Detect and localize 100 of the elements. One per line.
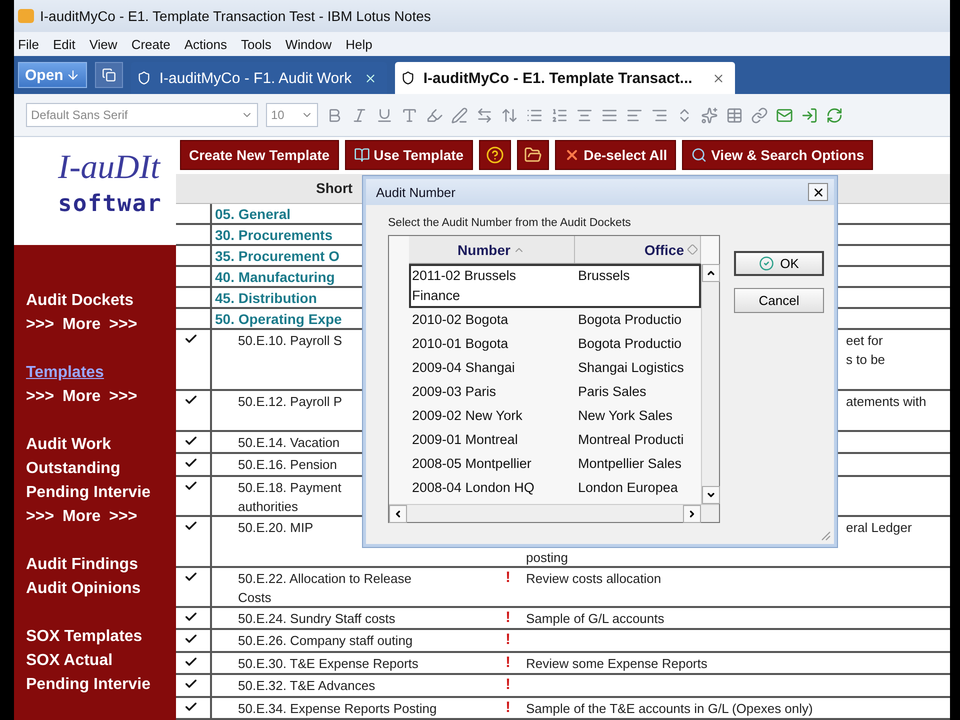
action-button[interactable]: Create New Template bbox=[180, 140, 339, 170]
menu-item[interactable]: View bbox=[89, 36, 118, 52]
font-select[interactable]: Default Sans Serif bbox=[26, 103, 258, 127]
table-cell-text: Sample of the T&E accounts in G/L (Opexes only) bbox=[526, 700, 814, 718]
text-color-icon[interactable] bbox=[401, 106, 418, 124]
nav-link[interactable]: Outstanding bbox=[26, 457, 120, 481]
action-button[interactable]: Use Template bbox=[344, 140, 473, 170]
office-cell-text: Bogota Productio bbox=[577, 335, 683, 353]
menu-item[interactable]: Edit bbox=[52, 36, 76, 52]
resize-grip-icon[interactable] bbox=[819, 529, 831, 541]
nav-link[interactable]: Audit Work bbox=[26, 433, 112, 457]
scroll-left-button[interactable] bbox=[389, 505, 407, 523]
menu-item[interactable]: File bbox=[18, 36, 39, 52]
highlighter-icon[interactable] bbox=[426, 106, 443, 124]
menu-item[interactable]: Actions bbox=[184, 36, 227, 52]
office-cell-text: Brussels bbox=[577, 267, 631, 285]
table-cell: 50.E.32. T&E Advances bbox=[210, 675, 490, 696]
underline-icon[interactable] bbox=[376, 106, 393, 124]
table-cell-text: Sample of G/L accounts bbox=[526, 610, 666, 628]
folder-icon bbox=[524, 146, 542, 164]
nav-link[interactable]: SOX Templates bbox=[26, 625, 142, 649]
nav-link[interactable]: Audit Dockets bbox=[26, 289, 134, 313]
menu-item[interactable]: Window bbox=[285, 36, 332, 52]
close-icon[interactable] bbox=[364, 72, 378, 84]
table-cell: 50.E.26. Company staff outing bbox=[210, 630, 490, 652]
scroll-up-button[interactable] bbox=[702, 264, 720, 282]
action-button[interactable]: View & Search Options bbox=[682, 140, 874, 170]
nav-link[interactable]: Audit Opinions bbox=[26, 577, 141, 601]
pen-icon[interactable] bbox=[451, 106, 468, 124]
menu-item[interactable]: Create bbox=[131, 36, 170, 52]
office-cell-text: Montpellier Sales bbox=[577, 455, 683, 473]
search-icon bbox=[691, 147, 708, 164]
help-icon bbox=[486, 146, 504, 164]
indent-icon[interactable] bbox=[476, 106, 493, 124]
ok-button[interactable]: OK bbox=[734, 251, 824, 276]
logo-subtitle: softwar bbox=[58, 191, 162, 217]
number-cell-text: 2010-02 Bogota bbox=[411, 311, 510, 329]
table-cell-text: atements with bbox=[845, 393, 928, 412]
priority-mark: ! bbox=[504, 675, 512, 696]
column-header[interactable]: Office bbox=[575, 236, 701, 263]
office-cell-text: Bogota Productio bbox=[577, 311, 683, 329]
dialog-prompt: Select the Audit Number from the Audit Dockets bbox=[388, 217, 632, 229]
dialog-title: Audit Number bbox=[376, 184, 456, 200]
more-link[interactable]: >>> More >>> bbox=[26, 505, 138, 529]
more-link[interactable]: >>> More >>> bbox=[26, 385, 138, 409]
office-cell-text: New York Sales bbox=[577, 407, 674, 425]
logo-text: I-auDIt bbox=[58, 151, 160, 185]
outdent-icon[interactable] bbox=[501, 106, 518, 124]
table-icon[interactable] bbox=[726, 106, 743, 124]
numbered-list-icon[interactable] bbox=[551, 106, 568, 124]
more-link[interactable]: >>> More >>> bbox=[26, 313, 138, 337]
nav-link[interactable]: Audit Findings bbox=[26, 553, 138, 577]
tab[interactable]: I-auditMyCo - E1. Template Transact... bbox=[395, 62, 736, 94]
office-cell-text: Shangai Logistics bbox=[577, 359, 685, 377]
column-header[interactable]: Number bbox=[409, 236, 575, 263]
list-row[interactable]: 2010-02 Bogota Bogota Productio bbox=[409, 308, 701, 332]
table-cell: 50.E.24. Sundry Staff costs bbox=[210, 608, 490, 630]
help-button[interactable] bbox=[478, 140, 511, 170]
copy-icon[interactable] bbox=[95, 62, 124, 88]
priority-mark: ! bbox=[504, 698, 512, 718]
nav-link[interactable]: Pending Intervie bbox=[26, 673, 150, 697]
scroll-down-button[interactable] bbox=[702, 486, 720, 504]
italic-icon[interactable] bbox=[351, 106, 368, 124]
link-icon[interactable] bbox=[751, 106, 768, 124]
list-row[interactable]: 2011-02 Brussels Finance Brussels bbox=[409, 264, 701, 308]
menu-item[interactable]: Tools bbox=[240, 36, 272, 52]
mail-icon[interactable] bbox=[776, 106, 793, 124]
window-title: I-auditMyCo - E1. Template Transaction Test - IBM Lotus Notes bbox=[40, 8, 431, 24]
table-cell: 50.E.34. Expense Reports Posting bbox=[210, 698, 490, 719]
list-box[interactable] bbox=[388, 235, 720, 523]
action-button[interactable]: De-select All bbox=[554, 140, 676, 170]
tab[interactable]: I-auditMyCo - F1. Audit Work bbox=[131, 62, 388, 94]
refresh-icon[interactable] bbox=[826, 106, 843, 124]
close-icon bbox=[812, 186, 824, 198]
table-cell-text: eral Ledger bbox=[845, 518, 913, 537]
priority-mark: ! bbox=[504, 652, 512, 673]
table-cell: 50.E.22. Allocation to Release Costs bbox=[210, 568, 490, 608]
folder-button[interactable] bbox=[516, 140, 549, 170]
table-cell: 50.E.30. T&E Expense Reports bbox=[210, 652, 490, 674]
table-cell-text: eet for s to be bbox=[845, 332, 886, 370]
nav-link[interactable]: Pending Intervie bbox=[26, 481, 150, 505]
shield-icon bbox=[137, 71, 152, 85]
nav-link[interactable]: SOX Actual bbox=[26, 649, 113, 673]
login-icon[interactable] bbox=[801, 106, 818, 124]
table-cell-text: Review some Expense Reports bbox=[526, 654, 708, 673]
priority-mark: ! bbox=[504, 630, 512, 650]
check-icon bbox=[759, 256, 774, 271]
size-select[interactable]: 10 bbox=[266, 103, 318, 127]
close-icon[interactable] bbox=[712, 72, 726, 84]
shield-icon bbox=[401, 71, 416, 85]
close-button[interactable] bbox=[808, 183, 828, 201]
scroll-right-button[interactable] bbox=[683, 505, 701, 523]
arrow-down-icon bbox=[66, 68, 80, 82]
office-cell-text: London Europea bbox=[577, 479, 679, 497]
priority-mark: ! bbox=[504, 568, 512, 588]
number-cell-text: 2011-02 Brussels Finance bbox=[411, 267, 518, 305]
book-icon bbox=[354, 147, 370, 164]
cancel-button[interactable]: Cancel bbox=[734, 288, 824, 313]
menu-item[interactable]: Help bbox=[346, 36, 372, 52]
nav-link[interactable]: Templates bbox=[26, 361, 104, 385]
